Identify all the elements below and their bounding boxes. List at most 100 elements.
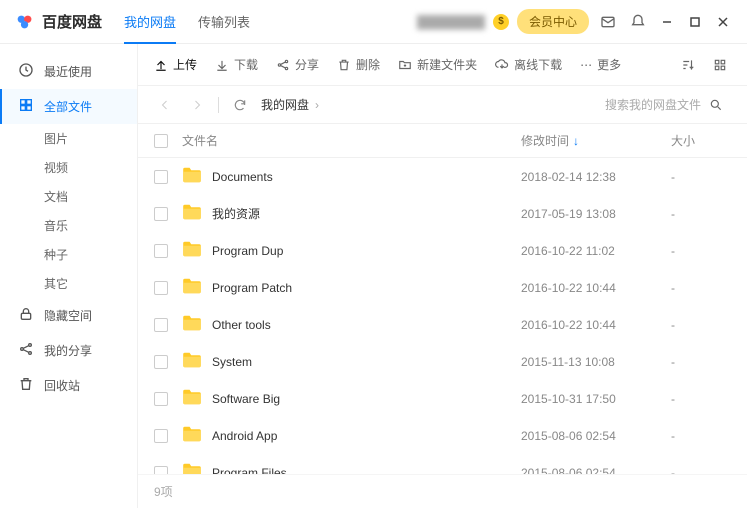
more-button[interactable]: ⋯ 更多 — [580, 56, 621, 73]
file-row[interactable]: Program Patch2016-10-22 10:44- — [138, 269, 747, 306]
row-checkbox[interactable] — [154, 429, 168, 443]
column-time[interactable]: 修改时间 ↓ — [521, 132, 671, 149]
file-size: - — [671, 318, 731, 332]
file-row[interactable]: Program Files 2015-08-06 02:54- — [138, 454, 747, 474]
delete-button[interactable]: 删除 — [337, 56, 380, 73]
file-row[interactable]: 我的资源2017-05-19 13:08- — [138, 195, 747, 232]
file-row[interactable]: System2015-11-13 10:08- — [138, 343, 747, 380]
back-button[interactable] — [154, 94, 176, 116]
forward-button[interactable] — [186, 94, 208, 116]
share-button[interactable]: 分享 — [276, 56, 319, 73]
bell-icon[interactable] — [627, 11, 649, 33]
row-checkbox[interactable] — [154, 244, 168, 258]
sidebar-item-trash[interactable]: 回收站 — [0, 368, 137, 403]
user-name-blurred: ████████ — [417, 15, 485, 29]
folder-icon — [182, 426, 212, 445]
file-row[interactable]: Program Dup2016-10-22 11:02- — [138, 232, 747, 269]
mail-icon[interactable] — [597, 11, 619, 33]
column-name[interactable]: 文件名 — [182, 132, 521, 149]
file-size: - — [671, 392, 731, 406]
file-size: - — [671, 429, 731, 443]
upload-label: 上传 — [173, 56, 197, 73]
search-box[interactable]: 搜索我的网盘文件 — [597, 92, 731, 117]
file-size: - — [671, 466, 731, 475]
sidebar-sub-1[interactable]: 视频 — [0, 153, 137, 182]
upload-button[interactable]: 上传 — [154, 56, 197, 73]
row-checkbox[interactable] — [154, 466, 168, 475]
column-size[interactable]: 大小 — [671, 132, 731, 149]
toolbar: 上传 下载 分享 删除 新建文件夹 离线下载 — [138, 44, 747, 86]
file-size: - — [671, 355, 731, 369]
file-row[interactable]: Documents2018-02-14 12:38- — [138, 158, 747, 195]
close-button[interactable] — [713, 12, 733, 32]
row-checkbox[interactable] — [154, 392, 168, 406]
file-time: 2015-10-31 17:50 — [521, 392, 671, 406]
file-row[interactable]: Software Big 2015-10-31 17:50- — [138, 380, 747, 417]
dollar-badge-icon: $ — [493, 14, 509, 30]
maximize-button[interactable] — [685, 12, 705, 32]
offline-download-button[interactable]: 离线下载 — [495, 56, 562, 73]
folder-icon — [182, 463, 212, 474]
list-view-icon[interactable] — [709, 54, 731, 76]
cloud-download-icon — [495, 58, 509, 72]
member-center-button[interactable]: 会员中心 — [517, 9, 589, 34]
title-tab-1[interactable]: 传输列表 — [198, 0, 250, 43]
sidebar-item-share[interactable]: 我的分享 — [0, 333, 137, 368]
file-time: 2016-10-22 11:02 — [521, 244, 671, 258]
sidebar-sub-3[interactable]: 音乐 — [0, 211, 137, 240]
file-name: Software Big — [212, 392, 280, 406]
folder-icon — [182, 315, 212, 334]
delete-label: 删除 — [356, 56, 380, 73]
trash-icon — [337, 58, 351, 72]
sidebar-sub-2[interactable]: 文档 — [0, 182, 137, 211]
row-checkbox[interactable] — [154, 355, 168, 369]
file-time: 2015-08-06 02:54 — [521, 466, 671, 475]
sort-icon[interactable] — [677, 54, 699, 76]
titlebar: 百度网盘 我的网盘传输列表 ████████ $ 会员中心 — [0, 0, 747, 44]
file-time: 2016-10-22 10:44 — [521, 281, 671, 295]
refresh-button[interactable] — [229, 94, 251, 116]
search-placeholder: 搜索我的网盘文件 — [605, 96, 701, 113]
new-folder-button[interactable]: 新建文件夹 — [398, 56, 477, 73]
file-size: - — [671, 281, 731, 295]
download-label: 下载 — [234, 56, 258, 73]
folder-icon — [182, 389, 212, 408]
user-area: ████████ $ 会员中心 — [417, 9, 649, 34]
title-tabs: 我的网盘传输列表 — [124, 0, 250, 43]
row-checkbox[interactable] — [154, 281, 168, 295]
title-tab-0[interactable]: 我的网盘 — [124, 0, 176, 43]
sidebar-item-all[interactable]: 全部文件 — [0, 89, 137, 124]
new-folder-icon — [398, 58, 412, 72]
offline-label: 离线下载 — [514, 56, 562, 73]
sidebar-item-hidden[interactable]: 隐藏空间 — [0, 298, 137, 333]
grid-icon — [18, 97, 34, 116]
download-button[interactable]: 下载 — [215, 56, 258, 73]
file-name: Program Files — [212, 466, 287, 475]
minimize-button[interactable] — [657, 12, 677, 32]
sidebar-sub-0[interactable]: 图片 — [0, 124, 137, 153]
folder-icon — [182, 204, 212, 223]
window-controls — [657, 12, 733, 32]
file-row[interactable]: Android App2015-08-06 02:54- — [138, 417, 747, 454]
sidebar-sub-5[interactable]: 其它 — [0, 269, 137, 298]
row-checkbox[interactable] — [154, 170, 168, 184]
file-size: - — [671, 170, 731, 184]
trash-icon — [18, 376, 34, 395]
select-all-checkbox[interactable] — [154, 134, 168, 148]
file-list-header: 文件名 修改时间 ↓ 大小 — [138, 124, 747, 158]
file-name: Program Dup — [212, 244, 283, 258]
sidebar-sub-4[interactable]: 种子 — [0, 240, 137, 269]
nav-row: 我的网盘 › 搜索我的网盘文件 — [138, 86, 747, 124]
folder-icon — [182, 352, 212, 371]
more-dots-icon: ⋯ — [580, 58, 592, 72]
share-icon — [276, 58, 290, 72]
footer-count: 9项 — [138, 474, 747, 508]
file-row[interactable]: Other tools2016-10-22 10:44- — [138, 306, 747, 343]
file-name: System — [212, 355, 252, 369]
row-checkbox[interactable] — [154, 318, 168, 332]
sidebar-item-recent[interactable]: 最近使用 — [0, 54, 137, 89]
row-checkbox[interactable] — [154, 207, 168, 221]
app-logo: 百度网盘 — [14, 11, 102, 33]
clock-icon — [18, 62, 34, 81]
breadcrumb-root[interactable]: 我的网盘 — [261, 96, 309, 113]
